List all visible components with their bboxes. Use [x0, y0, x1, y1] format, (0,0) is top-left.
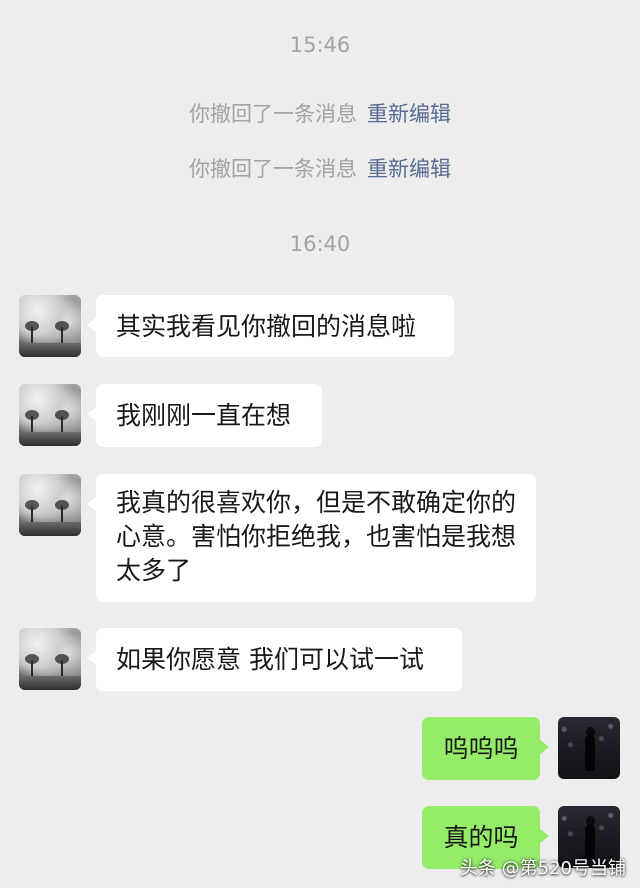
ground — [19, 343, 81, 357]
my-avatar[interactable] — [558, 717, 620, 779]
tree-silhouette — [25, 410, 39, 432]
ground — [19, 432, 81, 446]
re-edit-link[interactable]: 重新编辑 — [367, 102, 451, 126]
contact-avatar[interactable] — [19, 295, 81, 357]
incoming-message[interactable]: 其实我看见你撤回的消息啦 — [87, 295, 454, 357]
ground — [19, 522, 81, 536]
incoming-message[interactable]: 如果你愿意 我们可以试一试 — [87, 628, 462, 691]
tree-silhouette — [25, 500, 39, 522]
incoming-message[interactable]: 我刚刚一直在想 — [87, 384, 322, 447]
outgoing-message[interactable]: 呜呜呜 — [422, 717, 549, 780]
recall-notice: 你撤回了一条消息 重新编辑 — [0, 98, 640, 128]
tree-silhouette — [55, 321, 69, 343]
timestamp: 15:46 — [289, 33, 351, 57]
re-edit-link[interactable]: 重新编辑 — [367, 157, 451, 181]
tree-silhouette — [55, 500, 69, 522]
recall-notice-text: 你撤回了一条消息 — [189, 157, 357, 181]
contact-avatar[interactable] — [19, 474, 81, 536]
tree-silhouette — [25, 321, 39, 343]
tree-silhouette — [25, 654, 39, 676]
contact-avatar[interactable] — [19, 384, 81, 446]
recall-notice-text: 你撤回了一条消息 — [189, 102, 357, 126]
watermark: 头条 @第520号当铺 — [459, 858, 626, 879]
recall-notice: 你撤回了一条消息 重新编辑 — [0, 153, 640, 183]
timestamp: 16:40 — [289, 232, 351, 256]
tree-silhouette — [55, 654, 69, 676]
tree-silhouette — [55, 410, 69, 432]
contact-avatar[interactable] — [19, 628, 81, 690]
ground — [19, 676, 81, 690]
person-silhouette — [585, 735, 595, 771]
incoming-message[interactable]: 我真的很喜欢你，但是不敢确定你的心意。害怕你拒绝我，也害怕是我想太多了 — [87, 474, 536, 602]
